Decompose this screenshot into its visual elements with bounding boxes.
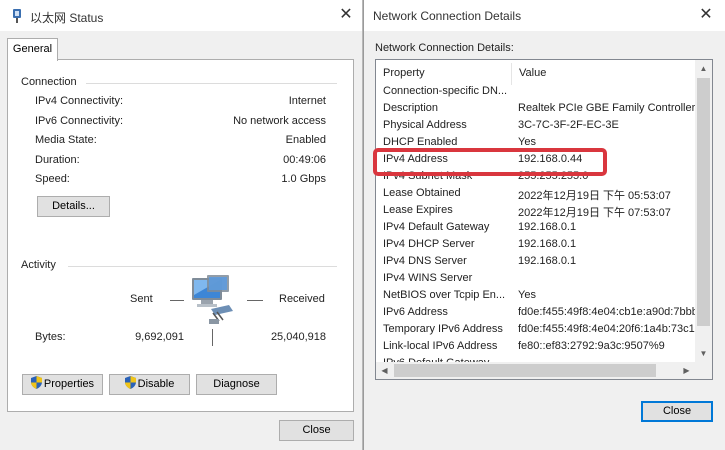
property-cell: Lease Obtained <box>383 187 461 199</box>
speed-label: Speed: <box>35 173 70 185</box>
close-icon[interactable]: ✕ <box>334 4 358 26</box>
table-row[interactable]: Physical Address 3C-7C-3F-2F-EC-3E <box>376 119 696 136</box>
speed-value: 1.0 Gbps <box>281 173 326 185</box>
property-cell: Lease Expires <box>383 204 453 216</box>
property-cell: IPv6 Address <box>383 306 448 318</box>
value-cell: 192.168.0.1 <box>518 238 577 250</box>
bytes-label: Bytes: <box>35 331 66 343</box>
status-close-button[interactable]: Close <box>279 420 354 441</box>
scroll-left-icon[interactable]: ◀ <box>376 362 393 379</box>
received-label: Received <box>279 293 325 305</box>
details-window: Network Connection Details ✕ Network Con… <box>363 0 725 450</box>
details-button[interactable]: Details... <box>37 196 110 217</box>
media-state-label: Media State: <box>35 134 97 146</box>
scroll-right-icon[interactable]: ▶ <box>678 362 695 379</box>
duration-label: Duration: <box>35 154 80 166</box>
uac-shield-icon <box>124 376 136 389</box>
details-titlebar[interactable]: Network Connection Details ✕ <box>364 0 725 31</box>
network-adapter-icon <box>13 9 21 23</box>
value-cell: fd0e:f455:49f8:4e04:cb1e:a90d:7bbb <box>518 306 696 318</box>
property-cell: Link-local IPv6 Address <box>383 340 498 352</box>
value-cell: Yes <box>518 289 536 301</box>
activity-divider <box>68 266 337 267</box>
disable-label: Disable <box>137 378 175 390</box>
property-cell: IPv4 WINS Server <box>383 272 473 284</box>
details-list-heading: Network Connection Details: <box>375 42 514 54</box>
value-cell: 3C-7C-3F-2F-EC-3E <box>518 119 619 131</box>
table-row[interactable]: IPv4 WINS Server <box>376 272 696 289</box>
tab-general-label: General <box>12 43 53 55</box>
column-header-property[interactable]: Property <box>376 61 511 86</box>
table-row[interactable]: IPv4 Default Gateway 192.168.0.1 <box>376 221 696 238</box>
property-cell: IPv4 Default Gateway <box>383 221 490 233</box>
status-window-title: 以太网 Status <box>30 11 104 25</box>
value-cell: fe80::ef83:2792:9a3c:9507%9 <box>518 340 665 352</box>
table-row[interactable]: IPv4 DNS Server 192.168.0.1 <box>376 255 696 272</box>
table-row[interactable]: Link-local IPv6 Address fe80::ef83:2792:9… <box>376 340 696 357</box>
status-titlebar[interactable]: 以太网 Status ✕ <box>0 0 362 31</box>
horizontal-scrollbar[interactable]: ◀ ▶ <box>376 362 695 379</box>
ipv4-connectivity-label: IPv4 Connectivity: <box>35 95 124 107</box>
uac-shield-icon <box>30 376 42 389</box>
properties-label: Properties <box>43 378 95 390</box>
ipv6-connectivity-value: No network access <box>233 115 326 127</box>
bytes-received-value: 25,040,918 <box>270 331 326 343</box>
ipv4-address-highlight <box>373 148 607 176</box>
column-header-value[interactable]: Value <box>512 61 696 86</box>
media-state-value: Enabled <box>285 134 326 146</box>
sent-label: Sent <box>130 293 153 305</box>
duration-value: 00:49:06 <box>283 154 326 166</box>
table-row[interactable]: Lease Obtained 2022年12月19日 下午 05:53:07 <box>376 187 696 204</box>
general-panel: Connection IPv4 Connectivity: Internet I… <box>7 59 354 412</box>
sent-line <box>170 300 184 301</box>
property-cell: IPv4 DNS Server <box>383 255 467 267</box>
properties-button[interactable]: Properties <box>22 374 103 395</box>
ipv6-connectivity-label: IPv6 Connectivity: <box>35 115 124 127</box>
details-window-title: Network Connection Details <box>373 9 522 23</box>
property-cell: NetBIOS over Tcpip En... <box>383 289 506 301</box>
table-row[interactable]: IPv6 Address fd0e:f455:49f8:4e04:cb1e:a90… <box>376 306 696 323</box>
close-icon[interactable]: ✕ <box>694 4 718 26</box>
table-row[interactable]: Description Realtek PCIe GBE Family Contr… <box>376 102 696 119</box>
value-cell: Realtek PCIe GBE Family Controller <box>518 102 696 114</box>
table-row[interactable]: IPv4 DHCP Server 192.168.0.1 <box>376 238 696 255</box>
vertical-scroll-thumb[interactable] <box>697 78 710 326</box>
connection-heading: Connection <box>19 76 79 88</box>
scroll-up-icon[interactable]: ▲ <box>695 60 712 77</box>
status-window: 以太网 Status ✕ General Connection IPv4 Con… <box>0 0 363 450</box>
value-cell: Yes <box>518 136 536 148</box>
vertical-scrollbar[interactable]: ▲ ▼ <box>695 60 712 362</box>
value-cell: 2022年12月19日 下午 05:53:07 <box>518 190 671 202</box>
property-cell: Physical Address <box>383 119 467 131</box>
property-cell: Description <box>383 102 439 114</box>
scroll-down-icon[interactable]: ▼ <box>695 345 712 362</box>
table-row[interactable]: NetBIOS over Tcpip En... Yes <box>376 289 696 306</box>
scrollbar-corner <box>695 362 712 379</box>
property-cell: Connection-specific DN... <box>383 86 508 97</box>
details-listview[interactable]: Property Value Connection-specific DN...… <box>375 59 713 380</box>
network-computers-icon <box>192 275 233 324</box>
property-cell: DHCP Enabled <box>383 136 458 148</box>
details-rows: Connection-specific DN... Description Real… <box>376 86 696 364</box>
disable-button[interactable]: Disable <box>109 374 190 395</box>
received-line <box>247 300 263 301</box>
table-row[interactable]: Temporary IPv6 Address fd0e:f455:49f8:4e0… <box>376 323 696 340</box>
tab-general[interactable]: General <box>7 38 58 61</box>
table-row[interactable]: Connection-specific DN... <box>376 86 696 102</box>
property-cell: IPv4 DHCP Server <box>383 238 475 250</box>
property-cell: Temporary IPv6 Address <box>383 323 503 335</box>
horizontal-scroll-thumb[interactable] <box>394 364 656 377</box>
bytes-sent-value: 9,692,091 <box>135 331 184 343</box>
value-cell: 2022年12月19日 下午 07:53:07 <box>518 207 671 219</box>
value-cell: 192.168.0.1 <box>518 221 577 233</box>
details-close-button[interactable]: Close <box>641 401 713 422</box>
value-cell: fd0e:f455:49f8:4e04:20f6:1a4b:73c1: <box>518 323 696 335</box>
ipv4-connectivity-value: Internet <box>288 95 326 107</box>
bytes-divider <box>212 329 213 346</box>
value-cell: 192.168.0.1 <box>518 255 577 267</box>
activity-heading: Activity <box>19 259 58 271</box>
table-row[interactable]: Lease Expires 2022年12月19日 下午 07:53:07 <box>376 204 696 221</box>
diagnose-button[interactable]: Diagnose <box>196 374 277 395</box>
connection-divider <box>86 83 337 84</box>
